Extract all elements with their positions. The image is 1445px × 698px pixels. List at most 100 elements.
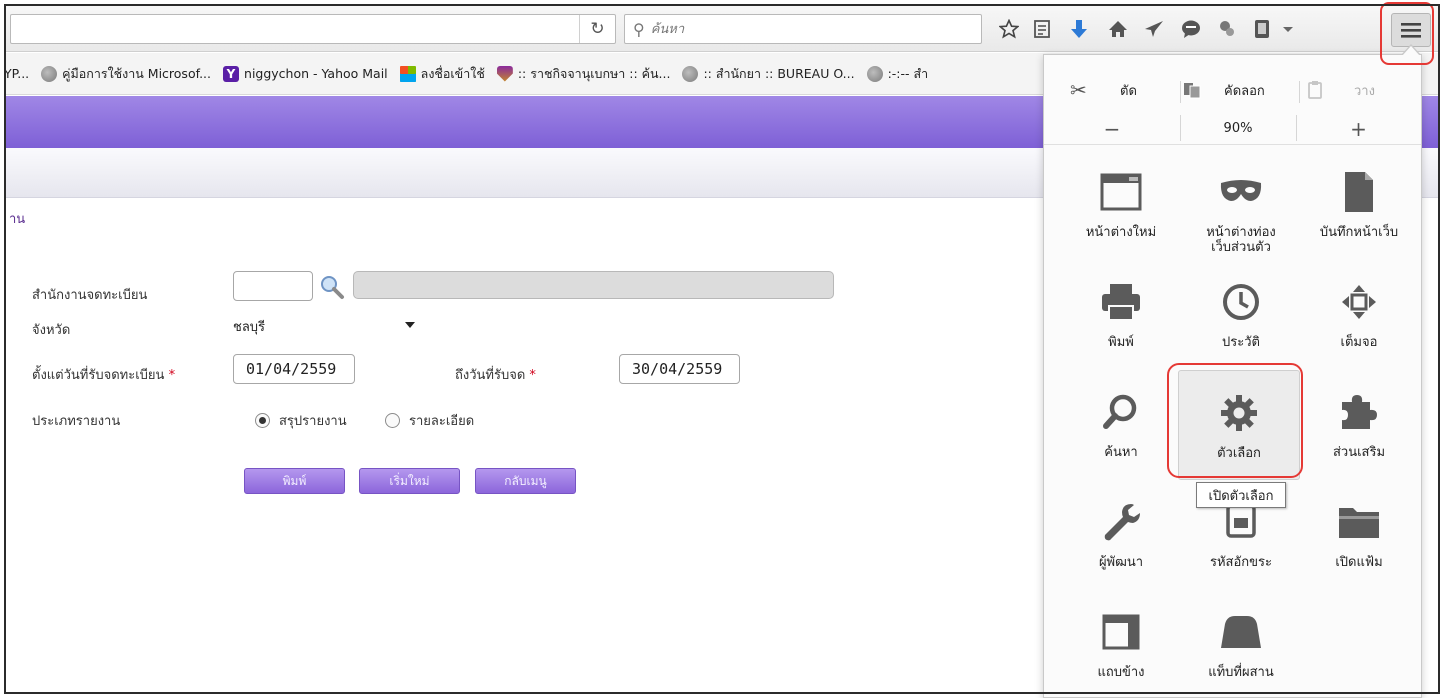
from-date-input[interactable]: 01/04/2559 bbox=[233, 354, 355, 384]
find-item[interactable]: ค้นหา bbox=[1058, 385, 1184, 495]
puzzle-piece-icon bbox=[1335, 387, 1383, 437]
window-icon bbox=[1097, 167, 1145, 217]
save-page-item[interactable]: บันทึกหน้าเว็บ bbox=[1296, 165, 1422, 275]
bookmark-item[interactable]: :: สำนักยา :: BUREAU O... bbox=[682, 64, 855, 84]
bookmark-item[interactable]: Y niggychon - Yahoo Mail bbox=[223, 65, 388, 82]
chat-button[interactable] bbox=[1176, 15, 1206, 43]
divider bbox=[1296, 115, 1297, 141]
private-window-label-line1: หน้าต่างท่อง bbox=[1206, 225, 1276, 240]
radio-dot bbox=[385, 413, 400, 428]
office-label: สำนักงานจดทะเบียน bbox=[32, 288, 148, 303]
clock-icon bbox=[1217, 277, 1265, 327]
province-value: ชลบุรี bbox=[233, 319, 266, 335]
screen: ↻ ⚲ ค้นหา YP... คู่มือการใช้งาน Microsof… bbox=[0, 0, 1445, 698]
copy-label: คัดลอก bbox=[1224, 83, 1265, 99]
radio-summary-label: สรุปรายงาน bbox=[279, 414, 347, 429]
bookmark-star-button[interactable] bbox=[994, 15, 1024, 43]
search-icon bbox=[1097, 387, 1145, 437]
bookmark-item[interactable]: ลงชื่อเข้าใช้ bbox=[399, 64, 485, 84]
paste-button[interactable]: วาง bbox=[1306, 67, 1421, 113]
copy-button[interactable]: คัดลอก bbox=[1180, 67, 1305, 113]
radio-dot-selected bbox=[255, 413, 270, 428]
bookmark-item[interactable]: คู่มือการใช้งาน Microsof... bbox=[41, 64, 211, 84]
options-label: ตัวเลือก bbox=[1217, 446, 1261, 461]
office-name-field bbox=[353, 271, 834, 299]
history-item[interactable]: ประวัติ bbox=[1178, 275, 1304, 385]
fullscreen-item[interactable]: เต็มจอ bbox=[1296, 275, 1422, 385]
character-encoding-item[interactable]: รหัสอักขระ bbox=[1178, 495, 1304, 605]
report-type-label: ประเภทรายงาน bbox=[32, 414, 121, 429]
copy-icon bbox=[1184, 83, 1201, 99]
print-item[interactable]: พิมพ์ bbox=[1058, 275, 1184, 385]
chat-bubble-icon bbox=[1182, 20, 1200, 38]
zoom-reset-button[interactable]: 90% bbox=[1180, 113, 1296, 145]
private-window-item[interactable]: หน้าต่างท่อง เว็บส่วนตัว bbox=[1178, 165, 1304, 275]
gear-icon bbox=[1215, 388, 1263, 438]
office-lookup-button[interactable] bbox=[318, 274, 346, 300]
bookmark-item[interactable]: :-:-- สำ bbox=[866, 64, 928, 84]
new-window-item[interactable]: หน้าต่างใหม่ bbox=[1058, 165, 1184, 275]
search-bar[interactable]: ⚲ bbox=[624, 14, 982, 44]
fullscreen-label: เต็มจอ bbox=[1340, 335, 1378, 350]
home-button[interactable] bbox=[1103, 15, 1133, 43]
province-select[interactable]: ชลบุรี bbox=[233, 314, 421, 338]
open-menu-button[interactable] bbox=[1391, 13, 1431, 47]
office-code-input[interactable] bbox=[233, 271, 313, 301]
options-tooltip: เปิดตัวเลือก bbox=[1196, 482, 1286, 508]
radio-detail[interactable]: รายละเอียด bbox=[385, 410, 474, 431]
share-button[interactable] bbox=[1139, 15, 1169, 43]
reload-button[interactable]: ↻ bbox=[579, 15, 615, 43]
page-title: าน bbox=[9, 212, 26, 227]
private-window-label: หน้าต่างท่อง เว็บส่วนตัว bbox=[1206, 225, 1276, 255]
addons-item[interactable]: ส่วนเสริม bbox=[1296, 385, 1422, 495]
open-file-label: เปิดแฟ้ม bbox=[1335, 555, 1383, 570]
open-file-item[interactable]: เปิดแฟ้ม bbox=[1296, 495, 1422, 605]
developer-item[interactable]: ผู้พัฒนา bbox=[1058, 495, 1184, 605]
zoom-out-button[interactable]: − bbox=[1044, 113, 1180, 145]
clipboard-icon bbox=[1308, 81, 1322, 99]
bookmark-item[interactable]: YP... bbox=[4, 66, 29, 81]
hamburger-menu-icon bbox=[1401, 23, 1421, 38]
downloads-button[interactable] bbox=[1064, 15, 1094, 43]
print-label: พิมพ์ bbox=[1108, 335, 1134, 350]
back-to-menu-button[interactable]: กลับเมนู bbox=[475, 468, 576, 494]
to-date-input[interactable]: 30/04/2559 bbox=[619, 354, 740, 384]
options-item[interactable]: ตัวเลือก bbox=[1178, 370, 1300, 480]
search-input[interactable] bbox=[650, 21, 951, 37]
sidebar-label: แถบข้าง bbox=[1097, 665, 1145, 680]
to-date-label-text: ถึงวันที่รับจด bbox=[455, 368, 526, 383]
sidebar-item[interactable]: แถบข้าง bbox=[1058, 605, 1184, 698]
province-label: จังหวัด bbox=[32, 323, 71, 338]
zoom-controls-row: − 90% + bbox=[1044, 113, 1421, 145]
chevron-down-icon bbox=[1283, 27, 1293, 32]
paste-label: วาง bbox=[1354, 83, 1375, 99]
reload-icon: ↻ bbox=[590, 19, 605, 39]
folder-icon bbox=[1335, 497, 1383, 547]
bookmark-label: :: สำนักยา :: BUREAU O... bbox=[703, 65, 855, 81]
home-icon bbox=[1109, 21, 1127, 37]
printer-icon bbox=[1097, 277, 1145, 327]
magnifier-icon bbox=[321, 276, 344, 299]
page-button[interactable] bbox=[1247, 15, 1277, 43]
tab-groups-item[interactable]: แท็บที่ผสาน bbox=[1178, 605, 1304, 698]
cut-button[interactable]: ✂ ตัด bbox=[1044, 67, 1170, 113]
reset-button[interactable]: เริ่มใหม่ bbox=[359, 468, 460, 494]
extension-button[interactable] bbox=[1212, 15, 1242, 43]
globe-icon bbox=[41, 65, 58, 82]
document-icon bbox=[1335, 167, 1383, 217]
divider bbox=[1180, 81, 1181, 103]
application-menu-panel: ✂ ตัด คัดลอก วาง − 90% + หน้าต่างใหม่ หน… bbox=[1043, 54, 1422, 698]
bookmark-label: niggychon - Yahoo Mail bbox=[244, 66, 388, 81]
radio-summary[interactable]: สรุปรายงาน bbox=[255, 410, 347, 431]
required-mark: * bbox=[529, 368, 536, 383]
print-button[interactable]: พิมพ์ bbox=[244, 468, 345, 494]
mask-icon bbox=[1217, 167, 1265, 217]
developer-label: ผู้พัฒนา bbox=[1098, 555, 1144, 570]
zoom-in-button[interactable]: + bbox=[1296, 113, 1421, 145]
divider bbox=[1180, 115, 1181, 141]
bookmark-item[interactable]: :: ราชกิจจานุเบกษา :: ค้น... bbox=[496, 64, 670, 84]
globe-icon bbox=[682, 65, 699, 82]
url-bar[interactable]: ↻ bbox=[10, 14, 616, 44]
more-tools-dropdown[interactable] bbox=[1276, 15, 1300, 43]
bookmarks-list-button[interactable] bbox=[1027, 15, 1057, 43]
